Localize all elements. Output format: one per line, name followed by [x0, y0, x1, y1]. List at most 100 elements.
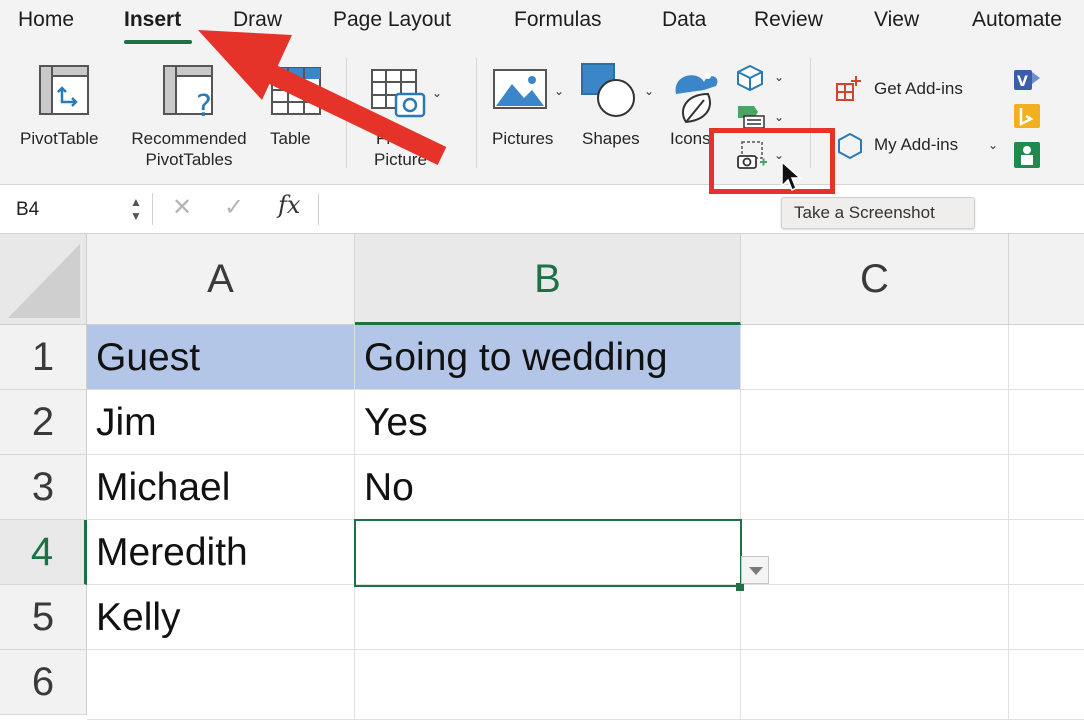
- people-graph-icon[interactable]: [1012, 140, 1042, 170]
- row-header-2[interactable]: 2: [0, 390, 87, 455]
- cell-b2[interactable]: Yes: [355, 390, 741, 455]
- formula-bar-separator: [152, 193, 153, 225]
- cell-d1[interactable]: [1009, 325, 1084, 390]
- name-box[interactable]: B4 ▲ ▼: [6, 191, 146, 227]
- tab-data[interactable]: Data: [662, 8, 706, 32]
- pivottable-button[interactable]: PivotTable: [14, 60, 114, 172]
- insert-function-icon[interactable]: fx: [278, 191, 300, 219]
- cell-b1[interactable]: Going to wedding: [355, 325, 741, 390]
- active-tab-indicator: [124, 40, 192, 44]
- shapes-icon: [581, 63, 635, 117]
- cell-d3[interactable]: [1009, 455, 1084, 520]
- list-dropdown-button[interactable]: [741, 556, 769, 584]
- cell-c6[interactable]: [741, 650, 1009, 720]
- ribbon-tabs: Home Insert Draw Page Layout Formulas Da…: [0, 0, 1084, 48]
- cell-a4[interactable]: Meredith: [87, 520, 355, 585]
- row-header-3[interactable]: 3: [0, 455, 87, 520]
- tab-draw[interactable]: Draw: [233, 8, 282, 32]
- icons-icon: [675, 73, 718, 124]
- column-header-d[interactable]: [1009, 234, 1084, 325]
- from-picture-button[interactable]: ⌄ From Picture: [356, 60, 448, 178]
- from-picture-dropdown-icon[interactable]: ⌄: [432, 86, 442, 100]
- smartart-icon: [738, 106, 765, 129]
- my-addins-label: My Add-ins: [874, 135, 959, 154]
- cell-c1[interactable]: [741, 325, 1009, 390]
- ribbon: PivotTable ? Recommended PivotTables Tab…: [0, 48, 1084, 182]
- addins-icon: [838, 132, 862, 160]
- pictures-label: Pictures: [492, 129, 554, 148]
- cell-a1[interactable]: Guest: [87, 325, 355, 390]
- my-addins-button[interactable]: My Add-ins ⌄: [832, 128, 1002, 162]
- from-picture-label-1: From: [376, 129, 416, 148]
- visio-icon[interactable]: V: [1012, 66, 1042, 94]
- fill-handle[interactable]: [736, 583, 744, 591]
- 3d-models-button[interactable]: ⌄: [734, 62, 792, 94]
- row-header-5[interactable]: 5: [0, 585, 87, 650]
- row-header-6[interactable]: 6: [0, 650, 87, 715]
- cell-a6[interactable]: [87, 650, 355, 720]
- row-header-4[interactable]: 4: [0, 520, 87, 585]
- shapes-dropdown-icon[interactable]: ⌄: [644, 84, 654, 98]
- tab-insert[interactable]: Insert: [124, 8, 181, 32]
- svg-text:V: V: [1017, 74, 1028, 90]
- cell-d4[interactable]: [1009, 520, 1084, 585]
- select-all-corner[interactable]: [0, 234, 87, 325]
- tab-view[interactable]: View: [874, 8, 919, 32]
- tab-home[interactable]: Home: [18, 8, 74, 32]
- 3d-models-dropdown-icon[interactable]: ⌄: [774, 70, 784, 84]
- my-addins-dropdown-icon[interactable]: ⌄: [988, 138, 998, 152]
- recommended-pivottables-icon: ?: [163, 65, 213, 120]
- cell-d6[interactable]: [1009, 650, 1084, 720]
- cell-b5[interactable]: [355, 585, 741, 650]
- worksheet-grid[interactable]: A B C 1 2 3 4 5 6 Guest Going to wedding…: [0, 234, 1084, 720]
- tooltip-text: Take a Screenshot: [794, 203, 935, 222]
- cell-c5[interactable]: [741, 585, 1009, 650]
- tab-page-layout[interactable]: Page Layout: [333, 8, 451, 32]
- pictures-dropdown-icon[interactable]: ⌄: [554, 84, 564, 98]
- mouse-pointer-icon: [781, 160, 802, 192]
- active-cell-border: [354, 519, 742, 587]
- enter-check-icon[interactable]: ✓: [224, 193, 244, 222]
- table-from-picture-icon: [371, 69, 426, 118]
- cell-b3[interactable]: No: [355, 455, 741, 520]
- cell-c2[interactable]: [741, 390, 1009, 455]
- icons-label: Icons: [670, 129, 711, 148]
- column-header-a[interactable]: A: [87, 234, 355, 325]
- pictures-icon: [493, 69, 547, 109]
- recommended-pivottables-button[interactable]: ? Recommended PivotTables: [120, 60, 258, 178]
- cell-c4[interactable]: [741, 520, 1009, 585]
- row-header-1[interactable]: 1: [0, 325, 87, 390]
- cell-a3[interactable]: Michael: [87, 455, 355, 520]
- tab-automate[interactable]: Automate: [972, 8, 1062, 32]
- recommended-label-2: PivotTables: [145, 150, 233, 169]
- recommended-label-1: Recommended: [131, 129, 247, 148]
- from-picture-label-2: Picture: [374, 150, 427, 169]
- name-box-spinner-icon[interactable]: ▲ ▼: [130, 195, 142, 223]
- pictures-button[interactable]: ⌄ Pictures: [488, 60, 572, 172]
- screenshot-tooltip: Take a Screenshot: [781, 197, 975, 229]
- cell-d2[interactable]: [1009, 390, 1084, 455]
- cell-c3[interactable]: [741, 455, 1009, 520]
- cell-b6[interactable]: [355, 650, 741, 720]
- column-header-b[interactable]: B: [355, 234, 741, 325]
- tab-formulas[interactable]: Formulas: [514, 8, 602, 32]
- pivottable-label: PivotTable: [20, 129, 99, 148]
- shapes-button[interactable]: ⌄ Shapes: [578, 60, 662, 172]
- cube-icon: [737, 64, 763, 92]
- select-all-triangle-icon: [8, 244, 80, 318]
- table-button[interactable]: Table: [264, 60, 328, 172]
- get-addins-button[interactable]: Get Add-ins: [832, 72, 992, 106]
- table-icon: [271, 67, 321, 115]
- cell-d5[interactable]: [1009, 585, 1084, 650]
- cell-a2[interactable]: Jim: [87, 390, 355, 455]
- shapes-label: Shapes: [582, 129, 640, 148]
- tab-review[interactable]: Review: [754, 8, 823, 32]
- formula-bar-separator: [318, 193, 319, 225]
- bing-icon[interactable]: [1012, 102, 1042, 130]
- cell-a5[interactable]: Kelly: [87, 585, 355, 650]
- name-box-value: B4: [16, 199, 40, 220]
- pivottable-icon: [39, 65, 89, 115]
- smartart-dropdown-icon[interactable]: ⌄: [774, 110, 784, 124]
- column-header-c[interactable]: C: [741, 234, 1009, 325]
- cancel-icon[interactable]: ✕: [172, 193, 192, 222]
